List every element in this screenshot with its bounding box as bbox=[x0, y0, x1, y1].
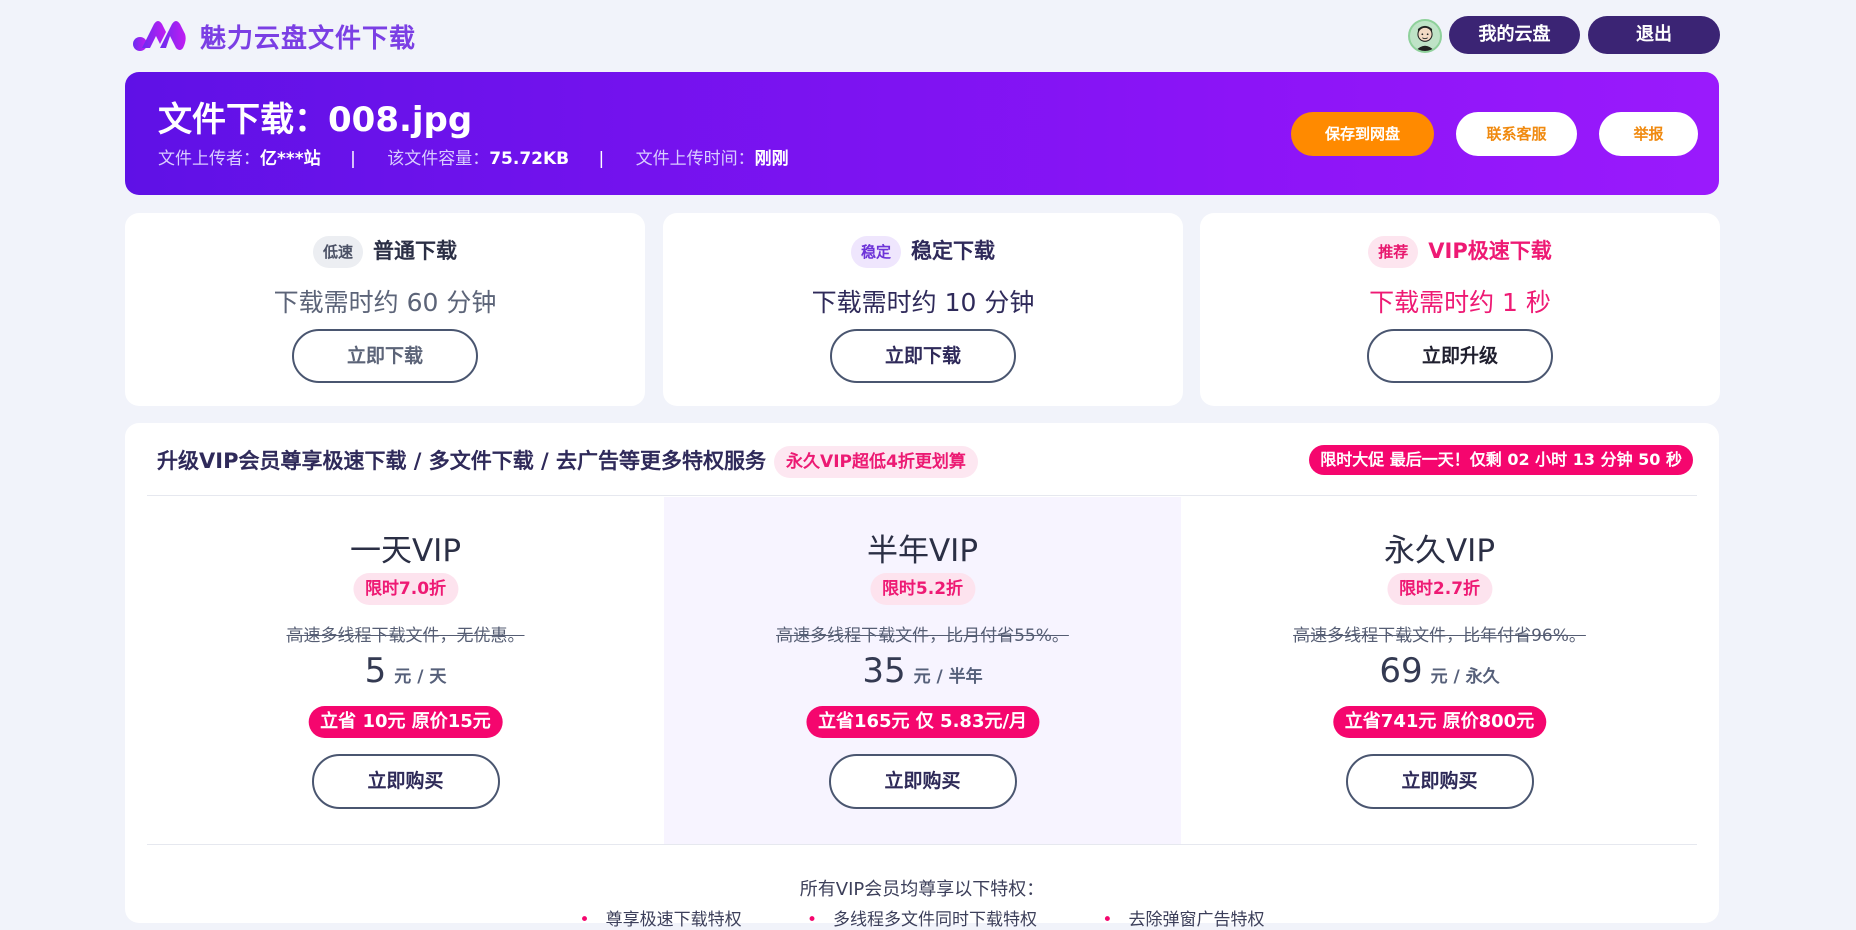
logout-button[interactable]: 退出 bbox=[1588, 16, 1720, 54]
download-card-vip: 推荐 VIP极速下载 下载需时约 1 秒 立即升级 bbox=[1200, 213, 1720, 406]
divider bbox=[147, 844, 1697, 845]
normal-download-button[interactable]: 立即下载 bbox=[292, 329, 478, 383]
meta-separator: | bbox=[350, 149, 356, 169]
promo-countdown: 限时大促 最后一天！仅剩 02 小时 13 分钟 50 秒 bbox=[1309, 445, 1693, 475]
plan-name: 永久VIP bbox=[1383, 533, 1496, 569]
plan-price: 5 元 / 天 bbox=[147, 651, 664, 691]
page: 魅力云盘文件下载 我的云盘 退出 文件下载：008.jpg 文件上传者：亿***… bbox=[110, 0, 1734, 930]
download-time: 下载需时约 1 秒 bbox=[1369, 288, 1551, 317]
perk-item: 尊享极速下载特权 bbox=[580, 910, 742, 930]
plan-lifetime: 永久VIP 限时2.7折 高速多线程下载文件，比年付省96%。 69 元 / 永久… bbox=[1181, 497, 1698, 845]
price-unit: 元 / 天 bbox=[394, 667, 447, 687]
my-cloud-button[interactable]: 我的云盘 bbox=[1449, 16, 1580, 54]
meta-separator: | bbox=[598, 149, 605, 169]
plan-name: 半年VIP bbox=[866, 533, 979, 569]
plan-savings-badge: 立省 10元 原价15元 bbox=[308, 706, 503, 738]
vip-heading: 升级VIP会员尊享极速下载 / 多文件下载 / 去广告等更多特权服务 永久VIP超… bbox=[157, 445, 978, 478]
uploader-label: 文件上传者： bbox=[158, 149, 260, 169]
download-title: 普通下载 bbox=[373, 239, 457, 263]
size-label: 该文件容量： bbox=[387, 149, 490, 169]
download-card-stable: 稳定 稳定下载 下载需时约 10 分钟 立即下载 bbox=[663, 213, 1183, 406]
stable-download-button[interactable]: 立即下载 bbox=[830, 329, 1016, 383]
plan-discount-badge: 限时5.2折 bbox=[869, 573, 976, 605]
plan-price: 69 元 / 永久 bbox=[1181, 651, 1698, 691]
uploader-value: 亿***站 bbox=[260, 149, 321, 169]
speed-tag: 低速 bbox=[312, 236, 363, 268]
perk-item: 去除弹窗广告特权 bbox=[1102, 910, 1264, 930]
report-button[interactable]: 举报 bbox=[1599, 112, 1698, 156]
plan-savings-badge: 立省165元 仅 5.83元/月 bbox=[805, 706, 1040, 738]
upload-time-value: 刚刚 bbox=[754, 149, 789, 169]
download-title: VIP极速下载 bbox=[1428, 239, 1552, 263]
price-unit: 元 / 半年 bbox=[913, 667, 983, 687]
buy-half-year-button[interactable]: 立即购买 bbox=[828, 754, 1017, 809]
price-unit: 元 / 永久 bbox=[1430, 667, 1500, 687]
top-bar: 魅力云盘文件下载 我的云盘 退出 bbox=[110, 0, 1734, 70]
plan-savings-badge: 立省741元 原价800元 bbox=[1332, 706, 1547, 738]
upgrade-vip-button[interactable]: 立即升级 bbox=[1367, 329, 1553, 383]
brand-logo-icon[interactable] bbox=[132, 18, 186, 52]
plan-discount-badge: 限时7.0折 bbox=[352, 573, 459, 605]
plan-description: 高速多线程下载文件，比年付省96%。 bbox=[1293, 626, 1586, 646]
perks-list: 尊享极速下载特权 多线程多文件同时下载特权 去除弹窗广告特权 bbox=[125, 905, 1719, 930]
vip-heading-text: 升级VIP会员尊享极速下载 / 多文件下载 / 去广告等更多特权服务 bbox=[157, 449, 767, 473]
price-value: 69 bbox=[1379, 651, 1423, 691]
upload-time-label: 文件上传时间： bbox=[635, 149, 755, 169]
plan-name: 一天VIP bbox=[349, 533, 462, 569]
speed-tag: 推荐 bbox=[1368, 236, 1419, 268]
file-meta: 文件上传者：亿***站 | 该文件容量：75.72KB | 文件上传时间：刚刚 bbox=[158, 144, 813, 169]
speed-tag: 稳定 bbox=[850, 236, 901, 268]
download-time: 下载需时约 10 分钟 bbox=[811, 288, 1035, 317]
plan-one-day: 一天VIP 限时7.0折 高速多线程下载文件，无优惠。 5 元 / 天 立省 10… bbox=[147, 497, 664, 845]
file-title: 文件下载：008.jpg bbox=[158, 100, 473, 140]
plan-description: 高速多线程下载文件，比月付省55%。 bbox=[776, 626, 1069, 646]
save-to-cloud-button[interactable]: 保存到网盘 bbox=[1291, 112, 1434, 156]
vip-heading-tag: 永久VIP超低4折更划算 bbox=[774, 446, 978, 478]
price-value: 5 bbox=[364, 651, 387, 691]
user-avatar-icon[interactable] bbox=[1408, 19, 1442, 53]
contact-service-button[interactable]: 联系客服 bbox=[1456, 112, 1577, 156]
plan-description: 高速多线程下载文件，无优惠。 bbox=[286, 626, 525, 646]
perks-title: 所有VIP会员均尊享以下特权： bbox=[799, 879, 1045, 900]
plan-price: 35 元 / 半年 bbox=[664, 651, 1181, 691]
size-value: 75.72KB bbox=[489, 149, 570, 169]
divider bbox=[147, 495, 1697, 496]
download-title: 稳定下载 bbox=[911, 239, 995, 263]
plan-discount-badge: 限时2.7折 bbox=[1386, 573, 1493, 605]
download-card-normal: 低速 普通下载 下载需时约 60 分钟 立即下载 bbox=[125, 213, 645, 406]
buy-lifetime-button[interactable]: 立即购买 bbox=[1345, 754, 1534, 809]
buy-one-day-button[interactable]: 立即购买 bbox=[311, 754, 500, 809]
download-time: 下载需时约 60 分钟 bbox=[273, 288, 497, 317]
perk-item: 多线程多文件同时下载特权 bbox=[807, 910, 1037, 930]
brand-name[interactable]: 魅力云盘文件下载 bbox=[200, 18, 416, 55]
price-value: 35 bbox=[862, 651, 906, 691]
plan-half-year: 半年VIP 限时5.2折 高速多线程下载文件，比月付省55%。 35 元 / 半年… bbox=[664, 497, 1181, 845]
file-hero-banner: 文件下载：008.jpg 文件上传者：亿***站 | 该文件容量：75.72KB… bbox=[125, 72, 1719, 195]
vip-plans-panel: 升级VIP会员尊享极速下载 / 多文件下载 / 去广告等更多特权服务 永久VIP超… bbox=[125, 423, 1719, 930]
